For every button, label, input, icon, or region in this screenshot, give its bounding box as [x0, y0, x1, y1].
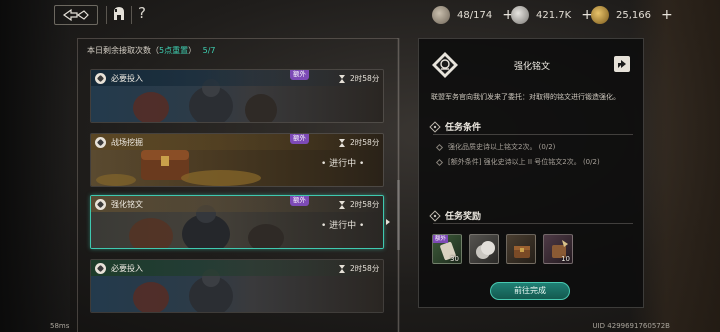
hourglass-icon: [339, 200, 345, 209]
background-shade-left: [0, 0, 70, 332]
timer-text: 2时58分: [350, 74, 380, 83]
condition-text: 强化品质史诗以上铭文2次。 (0/2): [448, 143, 556, 151]
silver-coin-icon: [511, 6, 529, 24]
gold-coin-icon: [591, 6, 609, 24]
reward-list: 额外 30 10: [432, 234, 580, 264]
card-title: 必要投入: [111, 73, 143, 83]
rewards-heading: 任务奖励: [429, 209, 482, 222]
resource-value: 48/174: [457, 9, 493, 21]
hourglass-icon: [339, 74, 345, 83]
resource-silver: 421.7K +: [511, 5, 593, 25]
condition-item: [额外条件] 强化史诗以上 II 号位铭文2次。 (0/2): [435, 157, 600, 167]
reward-item[interactable]: 10: [543, 234, 573, 264]
share-button[interactable]: [614, 56, 630, 72]
timer-text: 2时58分: [350, 264, 380, 273]
add-gold-button[interactable]: +: [661, 8, 673, 22]
in-progress-status: • 进行中 •: [321, 159, 365, 169]
quest-type-icon: [95, 262, 106, 274]
crest-coin-icon: [432, 6, 450, 24]
reward-item[interactable]: 额外 30: [432, 234, 462, 264]
card-timer: 2时58分: [339, 199, 379, 210]
reset-time: 5点重置: [159, 46, 189, 55]
attempts-count: 5/7: [202, 46, 216, 55]
extra-badge: 额外: [290, 134, 309, 144]
top-bar: ? 48/174 + 421.7K + 25,166 +: [0, 0, 720, 30]
section-title: 任务奖励: [445, 212, 482, 222]
condition-item: 强化品质史诗以上铭文2次。 (0/2): [435, 142, 556, 152]
ping-indicator: 58ms: [50, 322, 70, 330]
timer-text: 2时58分: [350, 138, 380, 147]
condition-text: [额外条件] 强化史诗以上 II 号位铭文2次。 (0/2): [448, 158, 600, 166]
hourglass-icon: [339, 138, 345, 147]
in-progress-status: • 进行中 •: [321, 221, 365, 231]
resource-value: 421.7K: [536, 9, 572, 21]
quest-type-icon: [95, 72, 106, 84]
quest-detail-panel: 强化铭文 联盟军务官向我们发来了委托：对取得的铭文进行锻造强化。 任务条件 强化…: [418, 38, 644, 308]
reward-count: 10: [561, 255, 570, 263]
extra-badge: 额外: [290, 196, 309, 206]
divider: [131, 6, 132, 24]
quest-card-3[interactable]: 强化铭文 额外 2时58分 • 进行中 •: [90, 195, 384, 249]
diamond-bullet-icon: [429, 120, 441, 133]
divider: [433, 223, 633, 224]
reward-count: 30: [450, 255, 459, 263]
condition-bullet-icon: [435, 158, 444, 166]
quest-description: 联盟军务官向我们发来了委托：对取得的铭文进行锻造强化。: [431, 93, 620, 101]
go-complete-button[interactable]: 前往完成: [490, 282, 570, 300]
remaining-attempts: 本日剩余接取次数（5点重置） 5/7: [87, 45, 216, 56]
silver-coins-icon: [476, 241, 495, 259]
resource-crest: 48/174 +: [432, 5, 514, 25]
reward-item[interactable]: [506, 234, 536, 264]
back-arrow-icon: [62, 8, 89, 22]
card-title: 必要投入: [111, 263, 143, 273]
attempts-label: 本日剩余接取次数（: [87, 46, 159, 55]
extra-badge: 额外: [290, 70, 309, 80]
quest-title: 强化铭文: [513, 62, 550, 72]
divider: [433, 134, 633, 135]
reward-item[interactable]: [469, 234, 499, 264]
resource-gold: 25,166 +: [591, 5, 673, 25]
timer-text: 2时58分: [350, 200, 380, 209]
section-title: 任务条件: [445, 123, 482, 133]
scrollbar-thumb[interactable]: [397, 180, 400, 250]
hourglass-icon: [339, 264, 345, 273]
quest-card-2[interactable]: 战场挖掘 额外 2时58分 • 进行中 •: [90, 133, 384, 187]
share-icon: [618, 60, 626, 68]
conditions-heading: 任务条件: [429, 120, 482, 133]
card-title: 强化铭文: [111, 199, 143, 209]
card-title: 战场挖掘: [111, 137, 143, 147]
card-timer: 2时58分: [339, 73, 379, 84]
quest-list-panel: 本日剩余接取次数（5点重置） 5/7 必要投入 额外 2时58分 战场挖掘 额外…: [77, 38, 399, 332]
back-button[interactable]: [54, 5, 98, 25]
selected-pointer-icon: [386, 219, 390, 225]
divider: [106, 6, 107, 24]
help-button[interactable]: ?: [138, 4, 146, 22]
card-timer: 2时58分: [339, 263, 379, 274]
extra-tag: 额外: [433, 235, 449, 243]
quest-card-1[interactable]: 必要投入 额外 2时58分: [90, 69, 384, 123]
chest-icon: [514, 246, 530, 258]
user-id: UID 4299691760572B: [592, 322, 670, 330]
condition-bullet-icon: [435, 143, 444, 151]
quest-card-4[interactable]: 必要投入 2时58分: [90, 259, 384, 313]
resource-value: 25,166: [616, 9, 651, 21]
quest-type-icon: [95, 136, 106, 148]
helmet-icon[interactable]: [112, 6, 126, 22]
card-timer: 2时58分: [339, 137, 379, 148]
attempts-label-end: ）: [188, 46, 197, 55]
quest-type-icon: [95, 198, 106, 210]
diamond-bullet-icon: [429, 209, 441, 222]
